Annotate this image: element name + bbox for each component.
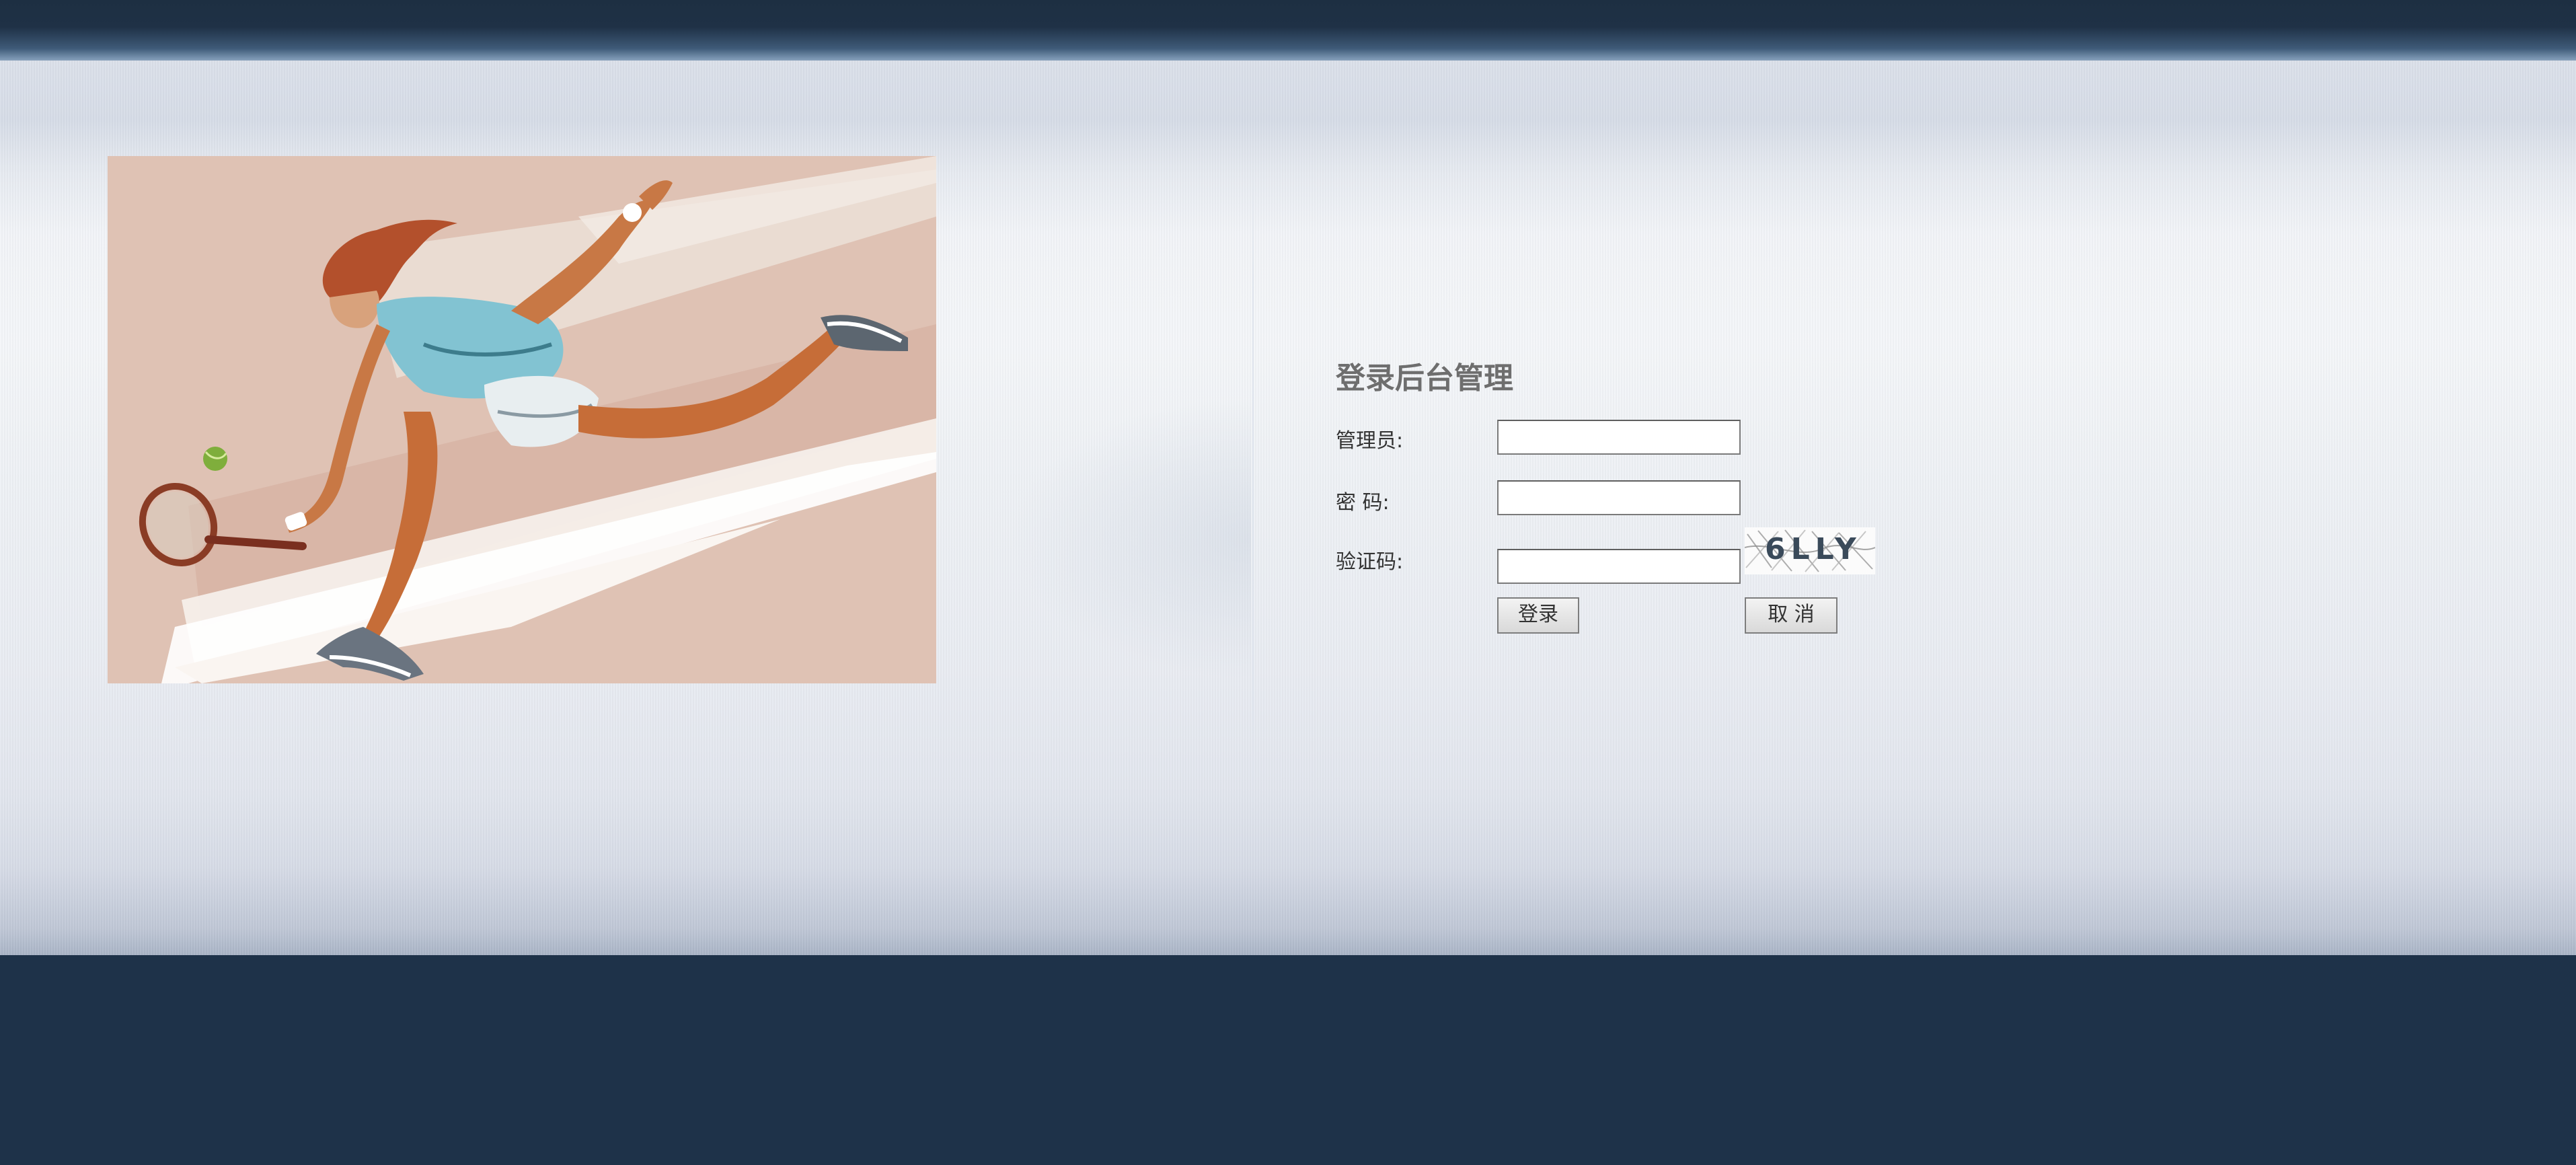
captcha-image[interactable]: 6LLY [1745,527,1875,574]
vertical-divider [1252,155,1254,827]
footer-band [0,955,2576,1165]
captcha-text: 6LLY [1765,532,1862,566]
login-title: 登录后台管理 [1336,361,1513,396]
login-button[interactable]: 登录 [1497,597,1579,634]
captcha-label: 验证码: [1336,550,1404,574]
cancel-button[interactable]: 取 消 [1745,597,1838,634]
password-label: 密 码: [1336,491,1390,515]
tennis-player-illustration [108,156,936,683]
header-bar [0,0,2576,61]
admin-label: 管理员: [1336,429,1404,453]
illustration-art [139,156,936,683]
captcha-input[interactable] [1497,549,1741,584]
admin-input[interactable] [1497,420,1741,455]
password-input[interactable] [1497,480,1741,515]
login-page: 登录后台管理 管理员: 密 码: 验证码: 6LLY 登录 取 消 [0,0,2576,1165]
